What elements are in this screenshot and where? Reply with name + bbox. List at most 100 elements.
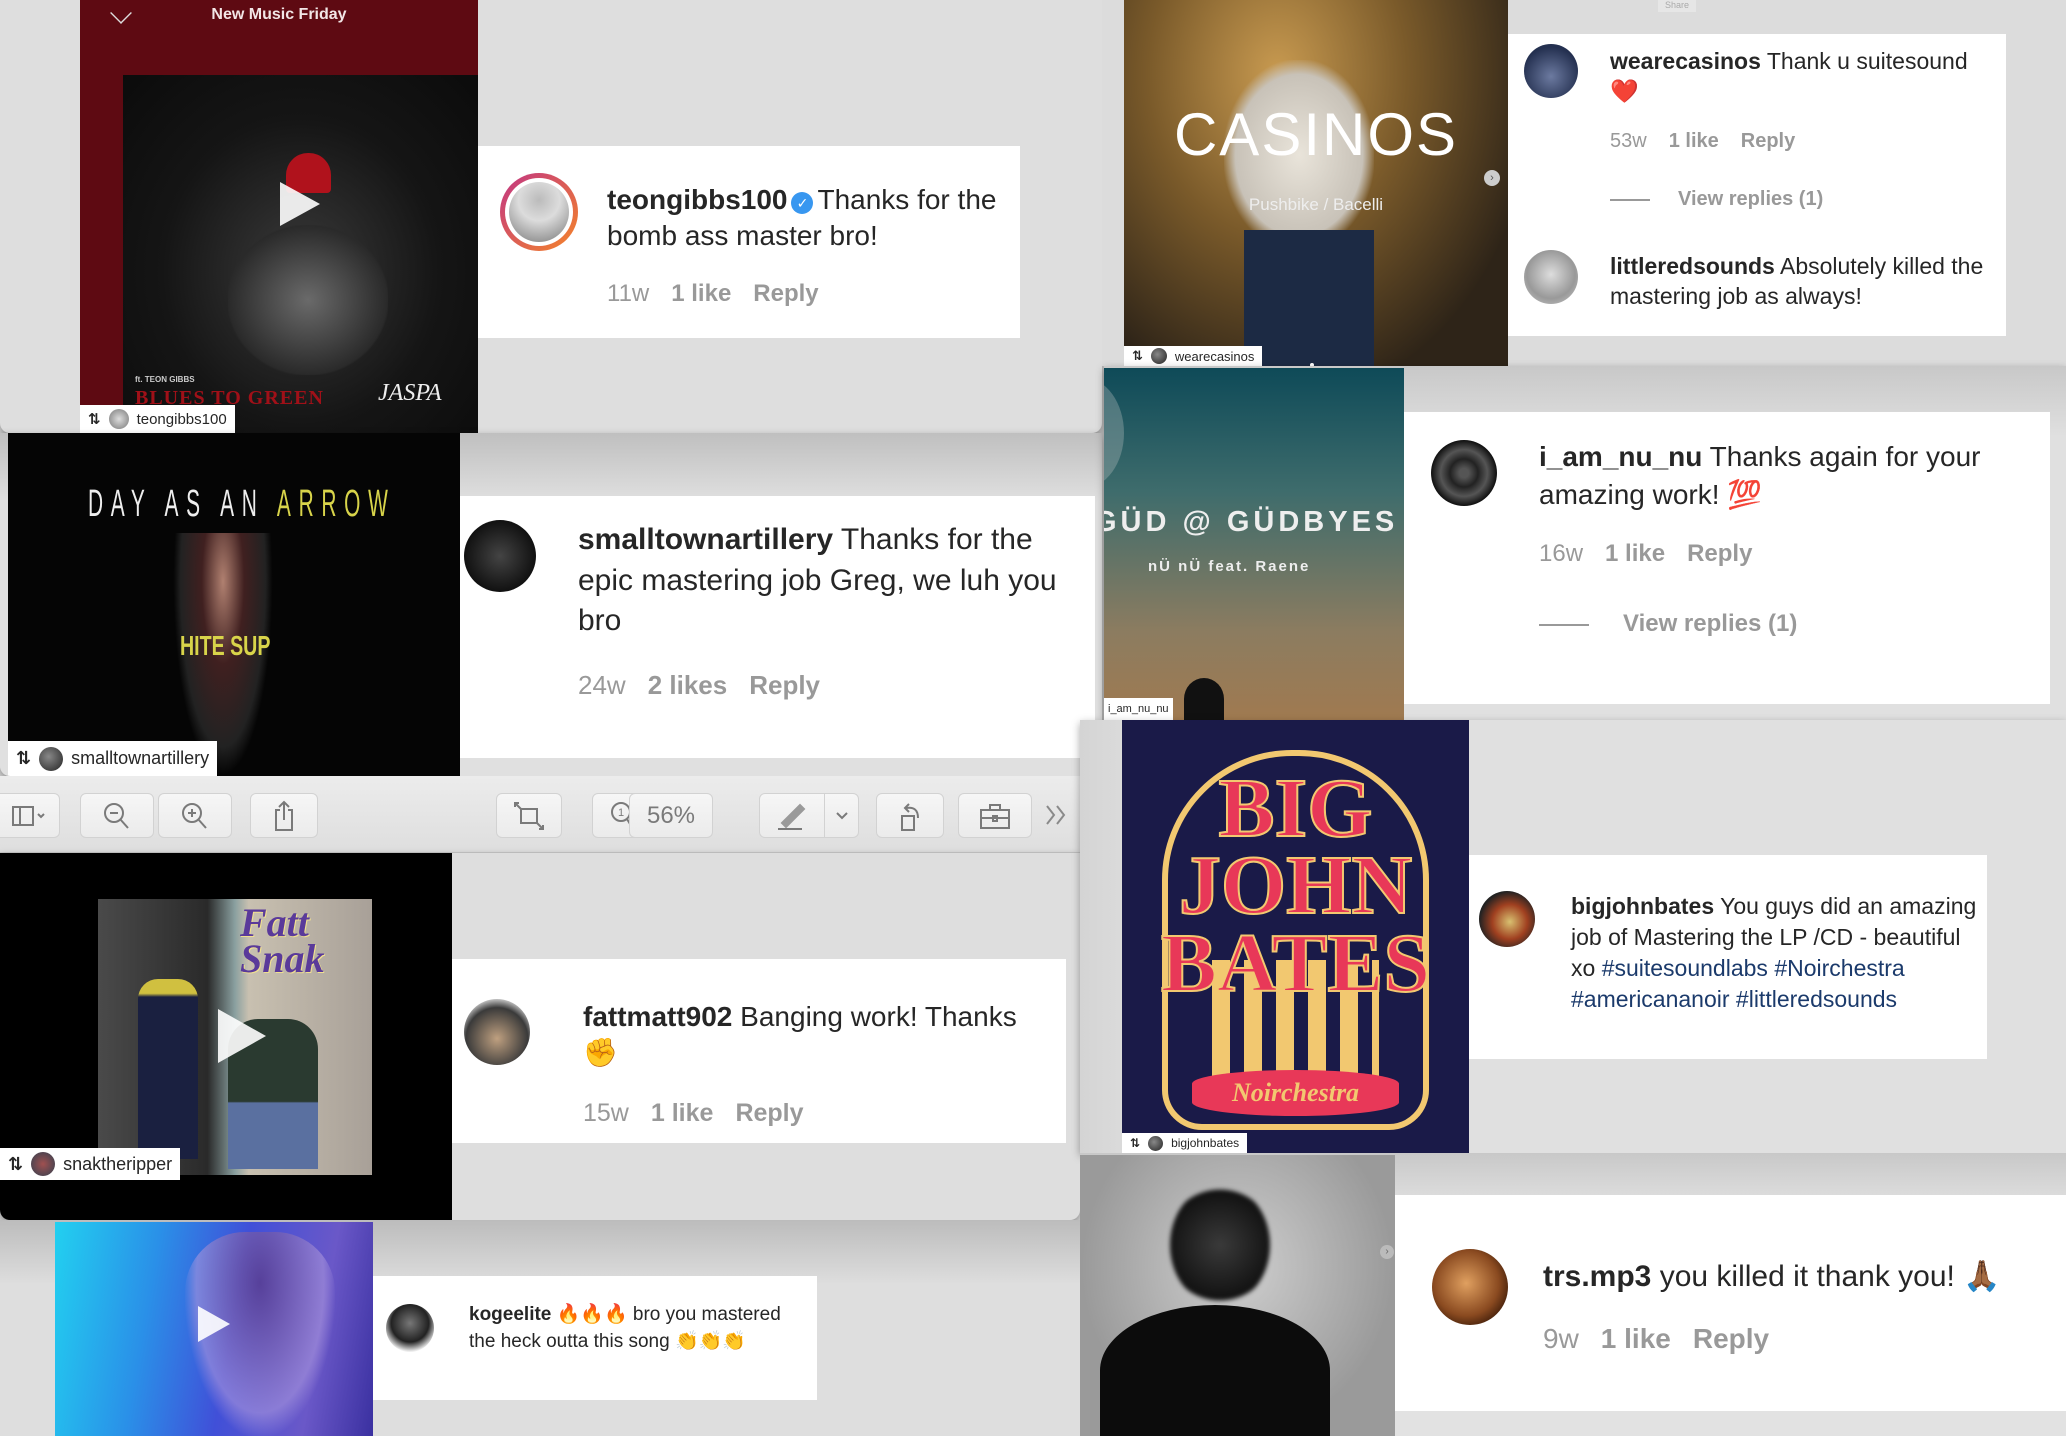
comment-time: 53w	[1610, 130, 1647, 152]
avatar	[39, 746, 64, 771]
repost-username: i_am_nu_nu	[1108, 703, 1169, 715]
repost-badge[interactable]: ⇅ teongibbs100	[80, 405, 235, 433]
play-icon[interactable]	[280, 182, 320, 226]
zoom-in-icon	[182, 802, 207, 829]
screenshot-panel-nu-nu: GÜD @ GÜDBYES nÜ nÜ feat. Raene i_am_nu_…	[1104, 366, 2066, 720]
signature: JASPA	[378, 380, 442, 406]
markup-button[interactable]	[759, 793, 859, 838]
post-image-day-as-an-arrow[interactable]: DAY AS AN ARROW HITE SUP	[8, 433, 460, 776]
artist-credit: ft. TEON GIBBS	[135, 375, 195, 384]
screenshot-panel-trs-mp3: › trs.mp3 you killed it thank you! 🙏🏾 9w…	[1080, 1153, 2066, 1436]
rotate-button[interactable]	[876, 793, 944, 838]
zoom-level[interactable]: 56%	[629, 793, 713, 838]
repost-username: wearecasinos	[1174, 348, 1255, 364]
comment-card: i_am_nu_nu Thanks again for your amazing…	[1404, 412, 2050, 704]
avatar[interactable]	[1431, 440, 1497, 506]
comment-username[interactable]: wearecasinos	[1610, 48, 1761, 74]
comment-body: you killed it thank you! 🙏🏾	[1659, 1260, 2001, 1293]
reply-button[interactable]: Reply	[749, 670, 820, 701]
comment-text: trs.mp3 you killed it thank you! 🙏🏾	[1543, 1257, 2063, 1296]
view-replies-label[interactable]: View replies (1)	[1678, 188, 1823, 210]
view-replies-button[interactable]: View replies (1)	[1539, 610, 1797, 638]
divider	[1610, 198, 1650, 201]
comment-likes[interactable]: 1 like	[1669, 130, 1719, 153]
zoom-in-button[interactable]	[158, 793, 232, 838]
comment-username[interactable]: trs.mp3	[1543, 1260, 1651, 1293]
reply-button[interactable]: Reply	[1741, 130, 1795, 153]
comment-likes[interactable]: 2 likes	[648, 670, 728, 701]
figure-body	[1100, 1305, 1330, 1436]
comment-username[interactable]: smalltownartillery	[578, 523, 833, 556]
hashtag-link[interactable]: #Noirchestra	[1774, 955, 1904, 981]
comment-likes[interactable]: 1 like	[1601, 1323, 1671, 1355]
artist-credit: nÜ nÜ feat. Raene	[1148, 558, 1311, 575]
graffiti-text: HITE SUP	[180, 630, 271, 661]
comment-likes[interactable]: 1 like	[651, 1099, 714, 1128]
view-replies-button[interactable]: View replies (1)	[1610, 188, 1823, 211]
avatar[interactable]	[1432, 1249, 1508, 1325]
carousel-next-icon[interactable]: ›	[1380, 1245, 1394, 1259]
reply-button[interactable]: Reply	[1687, 540, 1752, 568]
repost-badge[interactable]: ⇅ snaktheripper	[0, 1148, 181, 1180]
avatar	[31, 1152, 56, 1176]
post-image-gud-at-gudbyes[interactable]: GÜD @ GÜDBYES nÜ nÜ feat. Raene	[1104, 368, 1404, 720]
zoom-out-icon	[104, 802, 129, 829]
post-image-casinos[interactable]: CASINOS Pushbike / Bacelli ›	[1124, 0, 1508, 366]
play-icon[interactable]	[218, 1009, 266, 1063]
hashtag-link[interactable]: #americananoir	[1571, 986, 1730, 1012]
screenshot-panel-bigjohnbates: BIG JOHN BATES Noirchestra ⇅ bigjohnbates …	[1080, 720, 2066, 1153]
comment-time: 15w	[583, 1099, 629, 1127]
comment-username[interactable]: bigjohnbates	[1571, 893, 1714, 919]
play-icon[interactable]	[198, 1306, 230, 1342]
avatar[interactable]	[386, 1304, 434, 1352]
artist-name: BIG JOHN BATES	[1160, 762, 1431, 1010]
comment-username[interactable]: fattmatt902	[583, 1001, 732, 1032]
repost-badge[interactable]: i_am_nu_nu	[1104, 698, 1173, 720]
comment-username[interactable]: i_am_nu_nu	[1539, 441, 1702, 472]
sidebar-toggle-button[interactable]	[0, 793, 60, 838]
hashtag-link[interactable]: #suitesoundlabs	[1602, 955, 1768, 981]
zoom-out-button[interactable]	[80, 793, 154, 838]
avatar[interactable]	[500, 173, 578, 251]
comment-meta: 9w 1 like Reply	[1543, 1323, 1791, 1355]
toolbox-button[interactable]	[958, 793, 1032, 838]
share-button[interactable]	[250, 793, 318, 838]
post-image-trs-mp3[interactable]: ›	[1080, 1155, 1395, 1436]
more-tools-button[interactable]	[1042, 800, 1072, 830]
comment-username[interactable]: kogeelite	[469, 1304, 551, 1325]
comment-username[interactable]: teongibbs100	[607, 184, 787, 215]
pen-icon	[778, 803, 806, 830]
repost-badge[interactable]: ⇅ bigjohnbates	[1122, 1133, 1248, 1153]
fit-to-window-button[interactable]	[496, 793, 562, 838]
repost-badge[interactable]: ⇅ smalltownartillery	[8, 741, 218, 776]
carousel-dots[interactable]	[1310, 354, 1320, 366]
post-image-kogeelite[interactable]	[55, 1222, 373, 1436]
comment-meta: 53w 1 like Reply	[1610, 130, 1817, 153]
comment-likes[interactable]: 1 like	[1605, 540, 1665, 568]
post-image-blues-to-green[interactable]: New Music Friday ft. TEON GIBBS BLUES TO…	[80, 0, 478, 433]
post-image-big-john-bates[interactable]: BIG JOHN BATES Noirchestra	[1122, 720, 1469, 1153]
reply-button[interactable]: Reply	[1693, 1323, 1769, 1355]
avatar[interactable]	[1479, 891, 1535, 947]
repost-username: snaktheripper	[63, 1153, 173, 1174]
comment-card: trs.mp3 you killed it thank you! 🙏🏾 9w 1 …	[1395, 1195, 2066, 1411]
share-label[interactable]: Share	[1658, 0, 1696, 12]
screenshot-panel-smalltownartillery: DAY AS AN ARROW HITE SUP ⇅ smalltownarti…	[0, 433, 1102, 776]
avatar[interactable]	[464, 999, 530, 1065]
repost-icon: ⇅	[1130, 1136, 1141, 1150]
repost-badge[interactable]: ⇅ wearecasinos	[1124, 346, 1263, 366]
comment-username[interactable]: littleredsounds	[1610, 253, 1775, 279]
reply-button[interactable]: Reply	[753, 280, 818, 308]
chevron-down-icon[interactable]	[834, 810, 850, 822]
avatar[interactable]	[464, 520, 536, 592]
hashtag-link[interactable]: #littleredsounds	[1736, 986, 1897, 1012]
avatar[interactable]	[1524, 250, 1578, 304]
comment-likes[interactable]: 1 like	[671, 280, 731, 308]
carousel-next-icon[interactable]: ›	[1484, 170, 1500, 186]
avatar[interactable]	[1524, 44, 1578, 98]
screenshot-panel-teongibbs: New Music Friday ft. TEON GIBBS BLUES TO…	[0, 0, 1102, 433]
reply-button[interactable]: Reply	[735, 1099, 803, 1128]
album-banner: Noirchestra	[1192, 1070, 1399, 1116]
figure-standing	[138, 979, 198, 1159]
view-replies-label[interactable]: View replies (1)	[1623, 610, 1797, 637]
